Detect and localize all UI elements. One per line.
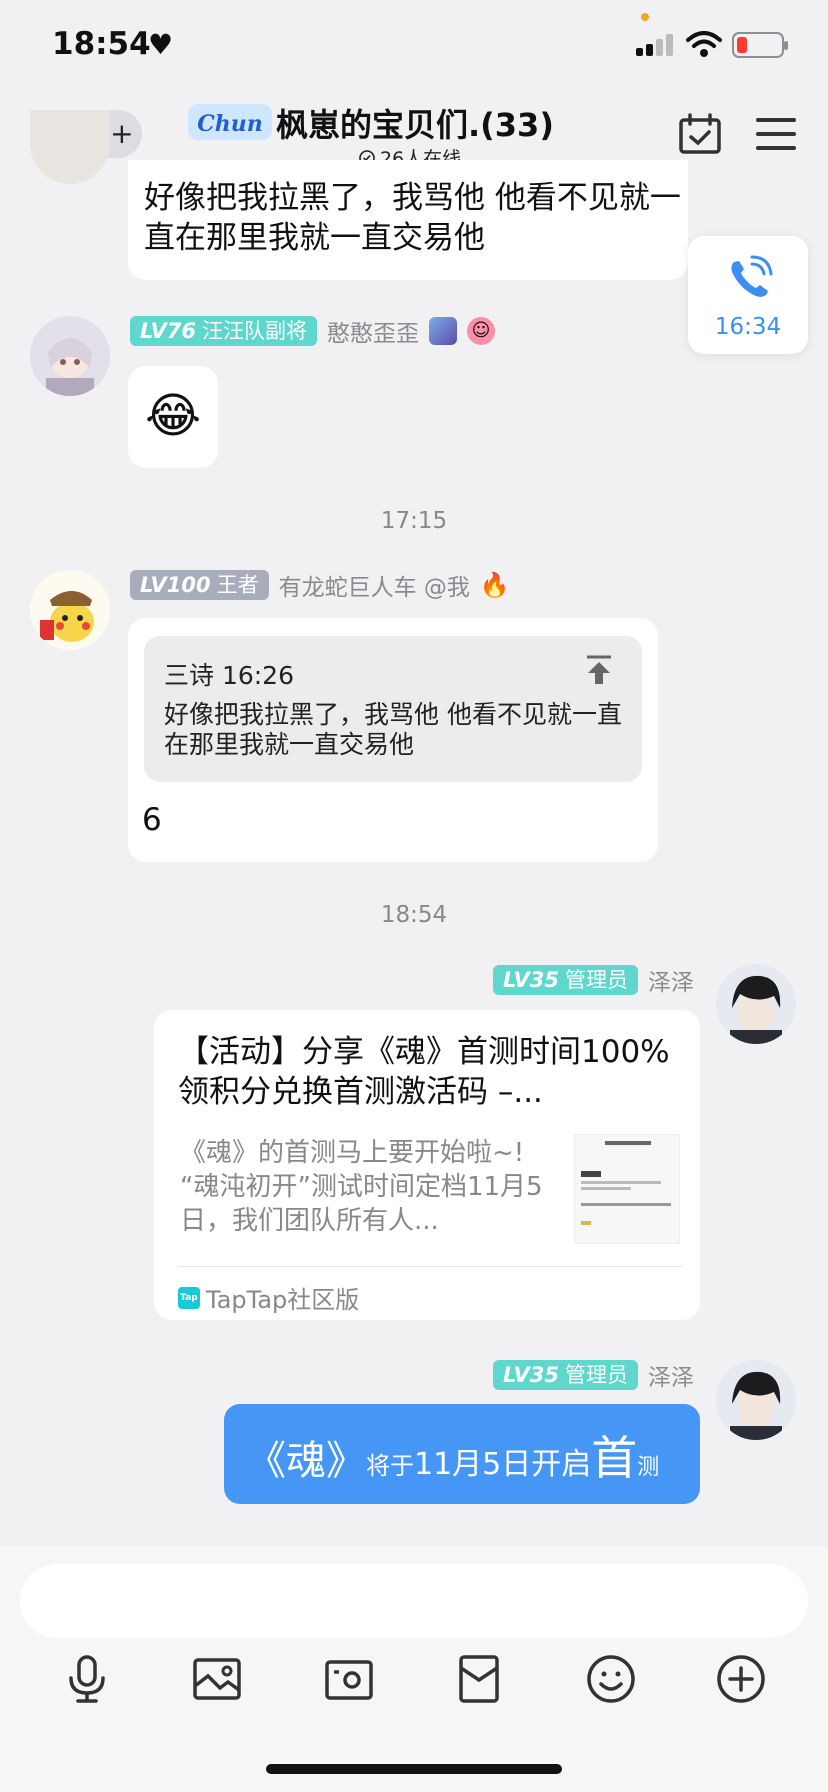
wifi-icon [686, 31, 722, 57]
quote-body: 好像把我拉黑了，我骂他 他看不见就一直在那里我就一直交易他 [164, 700, 622, 759]
message-input[interactable] [20, 1564, 808, 1638]
sender-name[interactable]: 憨憨歪歪 [327, 314, 419, 348]
status-time: 18:54 [52, 26, 151, 62]
dragon-badge-icon [428, 317, 457, 345]
call-card[interactable]: 16:34 [688, 236, 808, 354]
plus-icon[interactable] [714, 1652, 768, 1706]
message-bubble[interactable]: 《魂》 将于 11月5日开启 首 测 [224, 1404, 700, 1504]
level-tag: LV100 王者 [130, 570, 269, 600]
level-tag: LV35 管理员 [493, 965, 638, 995]
red-packet-icon[interactable] [452, 1652, 506, 1706]
quote-header: 三诗 16:26 [164, 661, 294, 690]
avatar[interactable] [30, 316, 110, 396]
sender-name[interactable]: 有龙蛇巨人车 @我 [279, 568, 470, 602]
sender-name[interactable]: 泽泽 [648, 1358, 694, 1392]
menu-icon[interactable] [756, 116, 796, 152]
phone-call-icon [731, 255, 773, 297]
avatar[interactable] [716, 1360, 796, 1440]
timestamp: 18:54 [380, 902, 448, 928]
message-text: 《魂》 将于 11月5日开启 首 测 [246, 1431, 660, 1485]
composer [0, 1546, 828, 1792]
avatar[interactable] [716, 964, 796, 1044]
sender-meta: LV76 汪汪队副将 憨憨歪歪 ☺ [130, 314, 495, 348]
emoji-icon[interactable] [584, 1652, 638, 1706]
link-card[interactable]: 【活动】分享《魂》首测时间100%领积分兑换首测激活码 –... 《魂》的首测马… [154, 1010, 700, 1320]
jump-to-top-icon[interactable] [584, 654, 614, 686]
mic-indicator-dot [641, 13, 649, 21]
smile-badge-icon: ☺ [466, 317, 495, 345]
boy-avatar-icon [716, 964, 796, 1044]
message-bubble[interactable]: 三诗 16:26 好像把我拉黑了，我骂他 他看不见就一直在那里我就一直交易他 6 [128, 618, 658, 862]
avatar[interactable] [30, 570, 110, 650]
card-thumbnail [574, 1134, 680, 1244]
camera-icon[interactable] [322, 1652, 376, 1706]
group-logo-icon: Chun [188, 104, 272, 140]
level-tag: LV35 管理员 [493, 1360, 638, 1390]
status-bar: 18:54 ♥ [0, 0, 828, 88]
anime-avatar-icon [30, 316, 110, 396]
sender-meta: LV100 王者 有龙蛇巨人车 @我 🔥 [130, 568, 510, 602]
sender-meta: LV35 管理员 泽泽 [493, 1358, 694, 1392]
pikachu-avatar-icon [30, 570, 110, 650]
timestamp: 17:15 [380, 508, 448, 534]
divider [178, 1266, 682, 1267]
message-text: 6 [142, 802, 162, 838]
mic-icon[interactable] [60, 1652, 114, 1706]
fire-badge: 🔥 [479, 571, 510, 599]
image-icon[interactable] [190, 1652, 244, 1706]
source-label: TapTap社区版 [206, 1286, 360, 1314]
message-bubble[interactable]: 好像把我拉黑了，我骂他 他看不见就一直在那里我就一直交易他 [128, 160, 688, 280]
emoji-laugh: 😂 [145, 388, 202, 444]
battery-icon [732, 32, 788, 58]
heart-icon: ♥ [148, 28, 174, 61]
group-title[interactable]: 枫崽的宝贝们.(33) [276, 100, 554, 146]
card-description: 《魂》的首测马上要开始啦~! “魂沌初开”测试时间定档11月5日，我们团队所有人… [180, 1138, 543, 1236]
signal-icon [636, 34, 676, 56]
card-title: 【活动】分享《魂》首测时间100%领积分兑换首测激活码 –... [178, 1034, 670, 1110]
taptap-icon: Tap [178, 1286, 200, 1309]
svg-text:Chun: Chun [197, 111, 263, 137]
call-time: 16:34 [714, 314, 782, 340]
level-tag: LV76 汪汪队副将 [130, 316, 317, 346]
message-bubble[interactable]: 😂 [128, 366, 218, 468]
message-text: 好像把我拉黑了，我骂他 他看不见就一直在那里我就一直交易他 [144, 180, 681, 256]
calendar-check-icon[interactable] [678, 112, 722, 156]
quoted-message[interactable]: 三诗 16:26 好像把我拉黑了，我骂他 他看不见就一直在那里我就一直交易他 [144, 636, 642, 782]
card-source: Tap TapTap社区版 [178, 1280, 359, 1315]
sender-name[interactable]: 泽泽 [648, 963, 694, 997]
sender-meta: LV35 管理员 泽泽 [493, 963, 694, 997]
boy-avatar-icon [716, 1360, 796, 1440]
home-indicator [266, 1764, 562, 1774]
